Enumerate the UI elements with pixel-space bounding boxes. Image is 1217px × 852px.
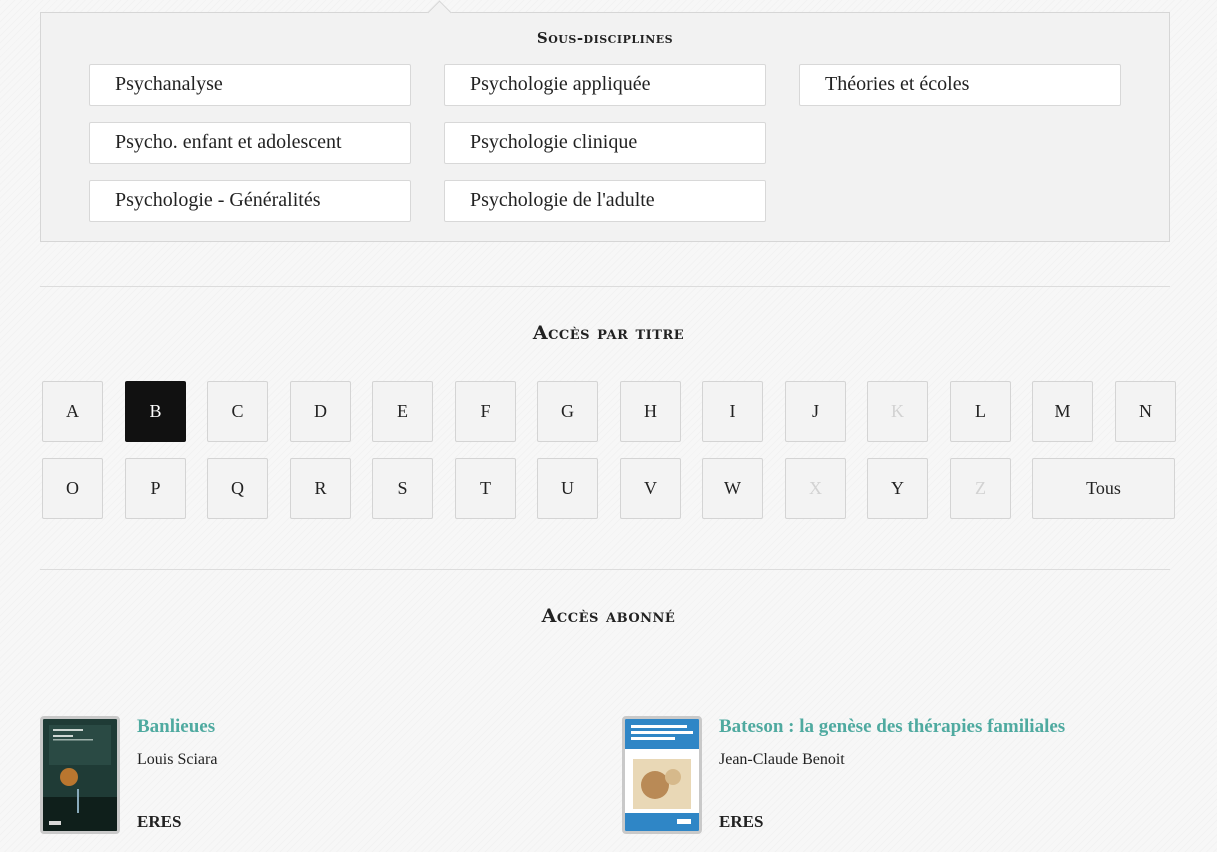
book-cover[interactable]: [40, 716, 120, 834]
letter-w-button[interactable]: W: [702, 458, 763, 519]
letter-f-button[interactable]: F: [455, 381, 516, 442]
book-publisher: ERES: [719, 812, 764, 831]
title-access-heading: Accès par titre: [532, 322, 685, 344]
subdiscipline-psycho-enfant[interactable]: Psycho. enfant et adolescent: [89, 122, 411, 164]
letter-z-button: Z: [950, 458, 1011, 519]
letter-l-button[interactable]: L: [950, 381, 1011, 442]
letter-n-button[interactable]: N: [1115, 381, 1176, 442]
letter-y-button[interactable]: Y: [867, 458, 928, 519]
letter-v-button[interactable]: V: [620, 458, 681, 519]
letter-t-button[interactable]: T: [455, 458, 516, 519]
letter-j-button[interactable]: J: [785, 381, 846, 442]
letter-r-button[interactable]: R: [290, 458, 351, 519]
subdisciplines-panel: Sous-disciplines Psychanalyse Psychologi…: [40, 0, 1170, 242]
book-publisher: ERES: [137, 812, 182, 831]
letter-a-button[interactable]: A: [42, 381, 103, 442]
letter-i-button[interactable]: I: [702, 381, 763, 442]
book-title-link[interactable]: Banlieues: [137, 716, 215, 738]
book-author: Louis Sciara: [137, 751, 218, 768]
letter-o-button[interactable]: O: [42, 458, 103, 519]
subdiscipline-psychanalyse[interactable]: Psychanalyse: [89, 64, 411, 106]
letter-m-button[interactable]: M: [1032, 381, 1093, 442]
book-title-link[interactable]: Bateson : la genèse des thérapies famili…: [719, 716, 1065, 738]
subdiscipline-theories-ecoles[interactable]: Théories et écoles: [799, 64, 1121, 106]
letter-d-button[interactable]: D: [290, 381, 351, 442]
section-divider: [40, 569, 1170, 570]
letter-p-button[interactable]: P: [125, 458, 186, 519]
letter-q-button[interactable]: Q: [207, 458, 268, 519]
all-titles-button[interactable]: Tous: [1032, 458, 1175, 519]
subdiscipline-psychologie-generalites[interactable]: Psychologie - Généralités: [89, 180, 411, 222]
subscriber-access-heading: Accès abonné: [541, 605, 676, 627]
subdiscipline-psychologie-appliquee[interactable]: Psychologie appliquée: [444, 64, 766, 106]
letter-c-button[interactable]: C: [207, 381, 268, 442]
panel-notch: [427, 0, 452, 25]
letter-x-button: X: [785, 458, 846, 519]
book-author: Jean-Claude Benoit: [719, 751, 845, 768]
letter-u-button[interactable]: U: [537, 458, 598, 519]
section-divider: [40, 286, 1170, 287]
subdiscipline-psychologie-clinique[interactable]: Psychologie clinique: [444, 122, 766, 164]
letter-e-button[interactable]: E: [372, 381, 433, 442]
book-cover[interactable]: [622, 716, 702, 834]
letter-g-button[interactable]: G: [537, 381, 598, 442]
letter-b-button[interactable]: B: [125, 381, 186, 442]
subdiscipline-psychologie-adulte[interactable]: Psychologie de l'adulte: [444, 180, 766, 222]
letter-h-button[interactable]: H: [620, 381, 681, 442]
letter-k-button: K: [867, 381, 928, 442]
subdisciplines-title: Sous-disciplines: [536, 29, 674, 47]
letter-s-button[interactable]: S: [372, 458, 433, 519]
